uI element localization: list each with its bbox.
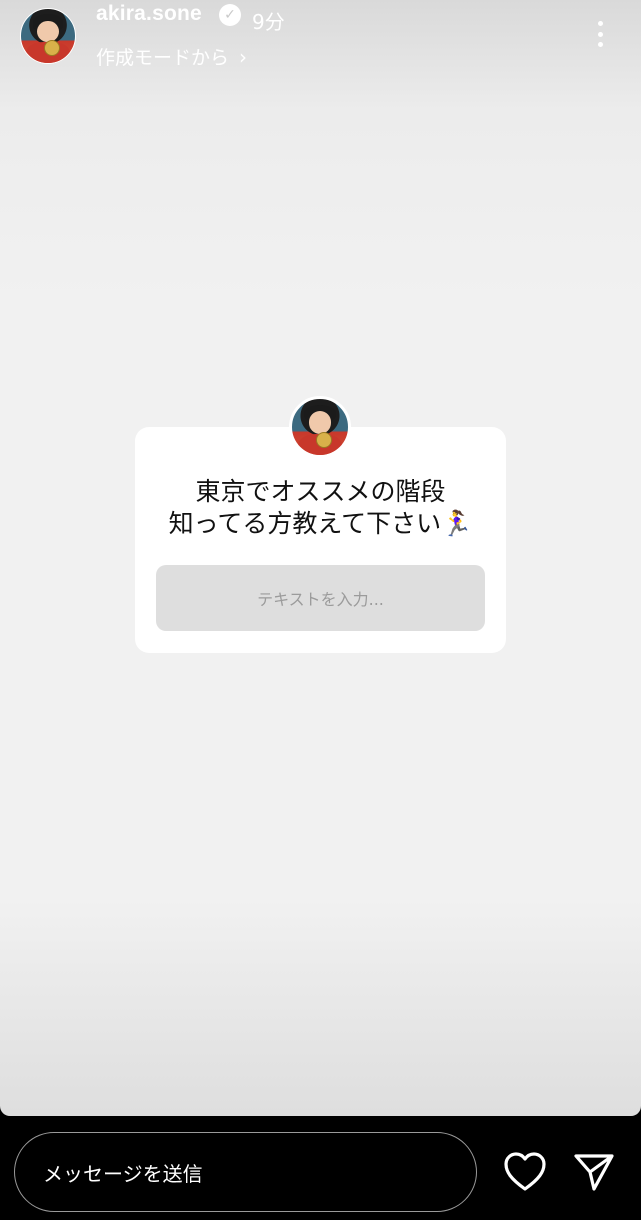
create-mode-link[interactable]: 作成モードから ›	[96, 43, 247, 70]
sticker-question: 東京でオススメの階段 知ってる方教えて下さい🏃‍♀️	[168, 477, 473, 538]
answer-input[interactable]: テキストを入力...	[156, 565, 485, 631]
message-input[interactable]: メッセージを送信	[14, 1132, 477, 1212]
more-options-icon[interactable]	[588, 18, 612, 50]
heart-icon[interactable]	[503, 1152, 547, 1192]
message-placeholder: メッセージを送信	[43, 1161, 203, 1186]
answer-placeholder: テキストを入力...	[257, 590, 384, 609]
verified-badge-icon: ✓	[219, 4, 241, 26]
send-icon[interactable]	[572, 1152, 616, 1192]
story-canvas[interactable]: akira.sone ✓ 9分 作成モードから › 東京でオススメの階段 知って…	[0, 0, 641, 1116]
profile-avatar[interactable]	[20, 8, 76, 64]
username[interactable]: akira.sone	[96, 2, 202, 26]
chevron-right-icon: ›	[239, 44, 248, 69]
sticker-avatar	[289, 396, 351, 458]
create-mode-label: 作成モードから	[96, 47, 230, 69]
post-time: 9分	[252, 10, 285, 34]
